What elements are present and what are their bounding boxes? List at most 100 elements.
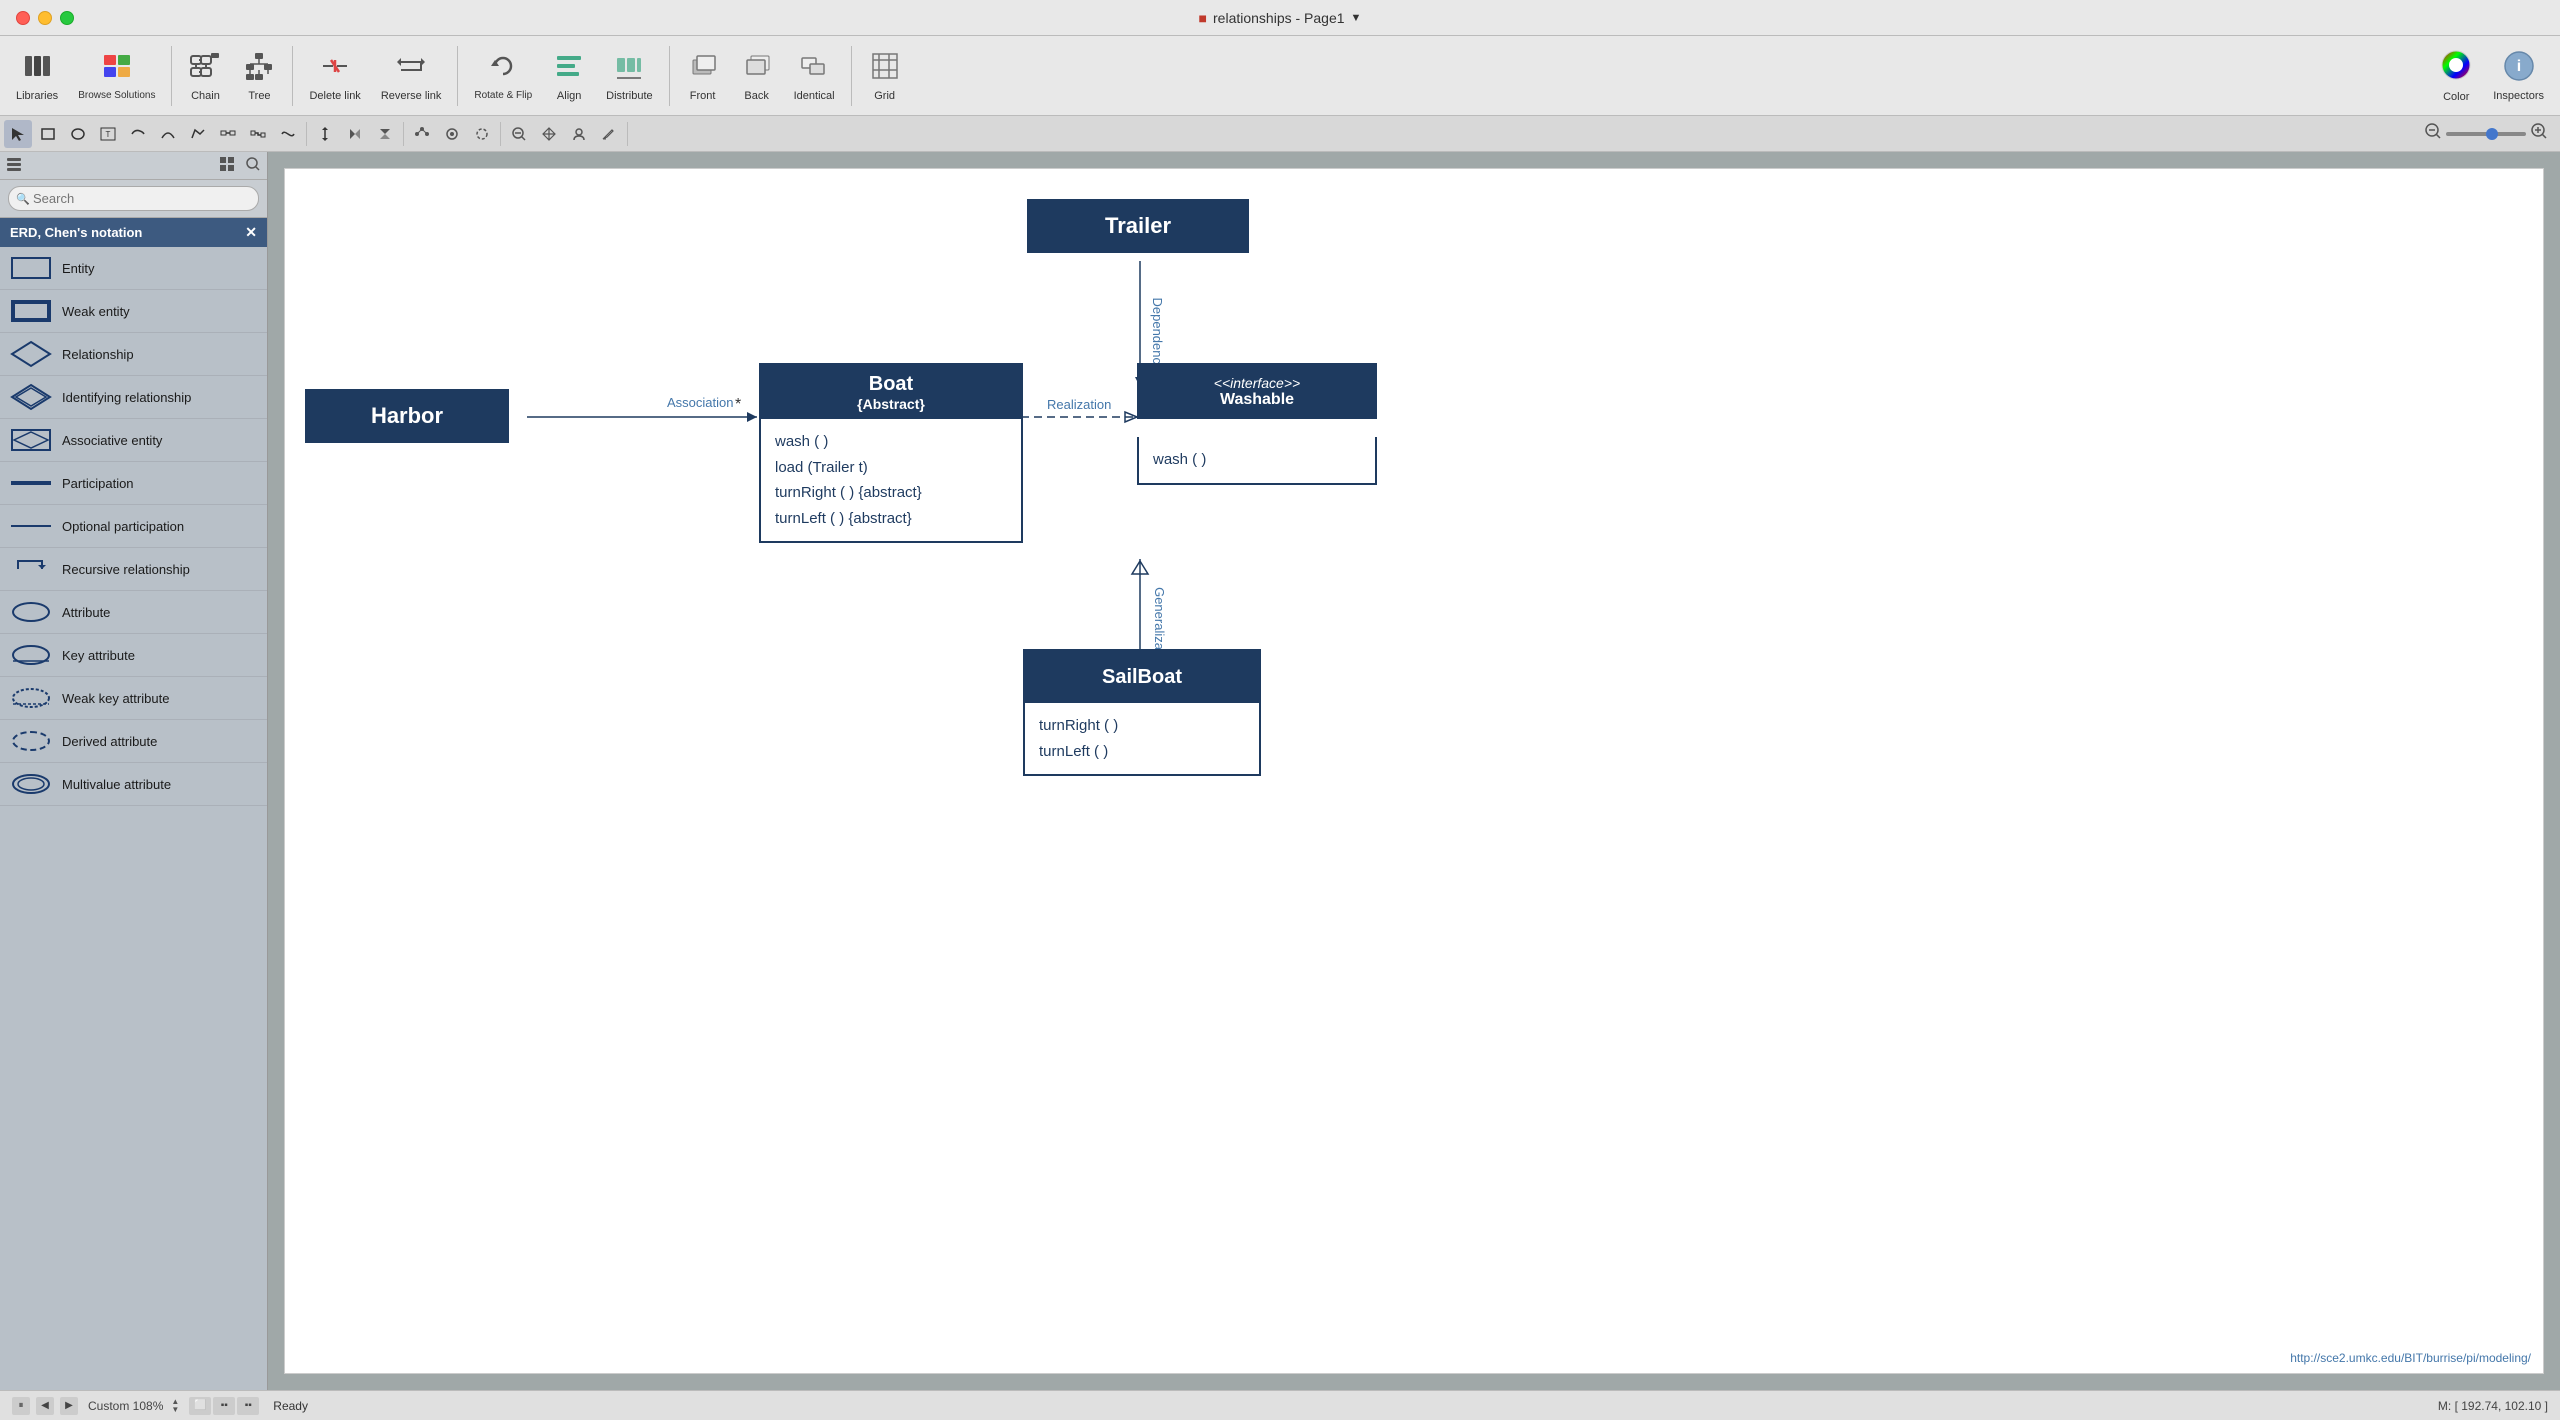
front-button[interactable]: Front xyxy=(678,46,728,106)
polyline-tool[interactable] xyxy=(184,120,212,148)
delete-link-button[interactable]: Delete link xyxy=(301,46,368,106)
maximize-button[interactable] xyxy=(60,11,74,25)
main-area: ERD, Chen's notation ✕ Entity Weak xyxy=(0,152,2560,1390)
page-view-2[interactable]: ▪▪ xyxy=(213,1397,235,1415)
minimize-button[interactable] xyxy=(38,11,52,25)
shape-item-derived-attribute[interactable]: Derived attribute xyxy=(0,720,267,763)
main-toolbar: Libraries Browse Solutions Chain xyxy=(0,36,2560,116)
washable-method-1: wash ( ) xyxy=(1153,447,1361,473)
recursive-relationship-shape xyxy=(10,555,52,583)
rotate-button[interactable]: Rotate & Flip xyxy=(466,46,540,105)
zoom-in-icon[interactable] xyxy=(2530,122,2548,145)
page-view-controls: ⬜ ▪▪ ▪▪ xyxy=(189,1397,259,1415)
pause-button[interactable]: ⏸ xyxy=(12,1397,30,1415)
flip-h-tool[interactable] xyxy=(341,120,369,148)
optional-participation-preview xyxy=(10,511,52,541)
close-button[interactable] xyxy=(16,11,30,25)
front-label: Front xyxy=(690,90,716,102)
search-input[interactable] xyxy=(8,186,259,211)
shape-item-participation[interactable]: Participation xyxy=(0,462,267,505)
window-title: ■ relationships - Page1 ▼ xyxy=(1199,10,1362,26)
remove-point-tool[interactable] xyxy=(468,120,496,148)
shape-item-weak-key-attribute[interactable]: Weak key attribute xyxy=(0,677,267,720)
zoom-thumb[interactable] xyxy=(2486,128,2498,140)
identical-button[interactable]: Identical xyxy=(786,46,843,106)
browse-solutions-button[interactable]: Browse Solutions xyxy=(70,46,163,105)
washable-methods-box[interactable]: wash ( ) xyxy=(1137,437,1377,485)
connector-tool[interactable] xyxy=(214,120,242,148)
boat-methods-box[interactable]: wash ( ) load (Trailer t) turnRight ( ) … xyxy=(759,419,1023,543)
shape-item-optional-participation[interactable]: Optional participation xyxy=(0,505,267,548)
page-view-1[interactable]: ⬜ xyxy=(189,1397,211,1415)
rectangle-tool[interactable] xyxy=(34,120,62,148)
zoom-out-btn[interactable] xyxy=(505,120,533,148)
grid-label: Grid xyxy=(874,90,895,102)
curve-tool[interactable] xyxy=(274,120,302,148)
zoom-stepper[interactable]: ▲ ▼ xyxy=(171,1398,179,1414)
url-link[interactable]: http://sce2.umkc.edu/BIT/burrise/pi/mode… xyxy=(2290,1351,2531,1365)
shape-item-associative-entity[interactable]: Associative entity xyxy=(0,419,267,462)
shape-item-weak-entity[interactable]: Weak entity xyxy=(0,290,267,333)
relationship-preview xyxy=(10,339,52,369)
edit-points-tool[interactable] xyxy=(408,120,436,148)
grid-button[interactable]: Grid xyxy=(860,46,910,106)
shape-item-recursive-relationship[interactable]: Recursive relationship xyxy=(0,548,267,591)
next-page-button[interactable]: ▶ xyxy=(60,1397,78,1415)
associative-entity-shape xyxy=(10,426,52,454)
user-tool[interactable] xyxy=(565,120,593,148)
reverse-link-label: Reverse link xyxy=(381,90,442,102)
shape-item-entity[interactable]: Entity xyxy=(0,247,267,290)
inspectors-button[interactable]: i Inspectors xyxy=(2485,46,2552,106)
color-button[interactable]: Color xyxy=(2431,44,2481,107)
boat-title-box[interactable]: Boat {Abstract} xyxy=(759,363,1023,419)
sailboat-methods-box[interactable]: turnRight ( ) turnLeft ( ) xyxy=(1023,703,1261,776)
shape-item-identifying-relationship[interactable]: Identifying relationship xyxy=(0,376,267,419)
pan-tool[interactable] xyxy=(535,120,563,148)
page-view-3[interactable]: ▪▪ xyxy=(237,1397,259,1415)
key-attribute-label: Key attribute xyxy=(62,648,135,663)
pen-tool[interactable] xyxy=(595,120,623,148)
tb2-divider-3 xyxy=(500,122,501,146)
panel-list-icon[interactable] xyxy=(6,156,22,175)
sailboat-title-box[interactable]: SailBoat xyxy=(1023,649,1261,703)
add-point-tool[interactable] xyxy=(438,120,466,148)
orthogonal-tool[interactable] xyxy=(244,120,272,148)
panel-search-icon[interactable] xyxy=(245,156,261,175)
line-tool[interactable] xyxy=(124,120,152,148)
oval-tool[interactable] xyxy=(64,120,92,148)
prev-page-button[interactable]: ◀ xyxy=(36,1397,54,1415)
canvas[interactable]: Dependency Association * Realization Gen… xyxy=(284,168,2544,1374)
text-tool[interactable]: T xyxy=(94,120,122,148)
identifying-relationship-preview xyxy=(10,382,52,412)
shape-item-relationship[interactable]: Relationship xyxy=(0,333,267,376)
shape-item-attribute[interactable]: Attribute xyxy=(0,591,267,634)
resize-v-tool[interactable] xyxy=(311,120,339,148)
distribute-button[interactable]: Distribute xyxy=(598,46,660,106)
back-label: Back xyxy=(744,90,768,102)
reverse-link-button[interactable]: Reverse link xyxy=(373,46,450,106)
zoom-slider[interactable] xyxy=(2446,132,2526,136)
washable-title-box[interactable]: <<interface>> Washable xyxy=(1137,363,1377,419)
shape-item-key-attribute[interactable]: Key attribute xyxy=(0,634,267,677)
align-button[interactable]: Align xyxy=(544,46,594,106)
weak-key-attribute-preview xyxy=(10,683,52,713)
harbor-box[interactable]: Harbor xyxy=(305,389,509,443)
chain-button[interactable]: Chain xyxy=(180,46,230,106)
back-button[interactable]: Back xyxy=(732,46,782,106)
libraries-button[interactable]: Libraries xyxy=(8,46,66,106)
trailer-box[interactable]: Trailer xyxy=(1027,199,1249,253)
shape-item-multivalue-attribute[interactable]: Multivalue attribute xyxy=(0,763,267,806)
derived-attribute-shape xyxy=(12,731,50,751)
zoom-out-icon[interactable] xyxy=(2424,122,2442,145)
tree-button[interactable]: Tree xyxy=(234,46,284,106)
select-tool[interactable] xyxy=(4,120,32,148)
zoom-down-arrow[interactable]: ▼ xyxy=(171,1406,179,1414)
flip-v-tool[interactable] xyxy=(371,120,399,148)
distribute-icon xyxy=(613,50,645,86)
weak-entity-label: Weak entity xyxy=(62,304,130,319)
search-wrapper xyxy=(8,186,259,211)
arc-tool[interactable] xyxy=(154,120,182,148)
panel-close-button[interactable]: ✕ xyxy=(245,224,257,241)
panel-grid-icon[interactable] xyxy=(219,156,235,175)
associative-entity-preview xyxy=(10,425,52,455)
